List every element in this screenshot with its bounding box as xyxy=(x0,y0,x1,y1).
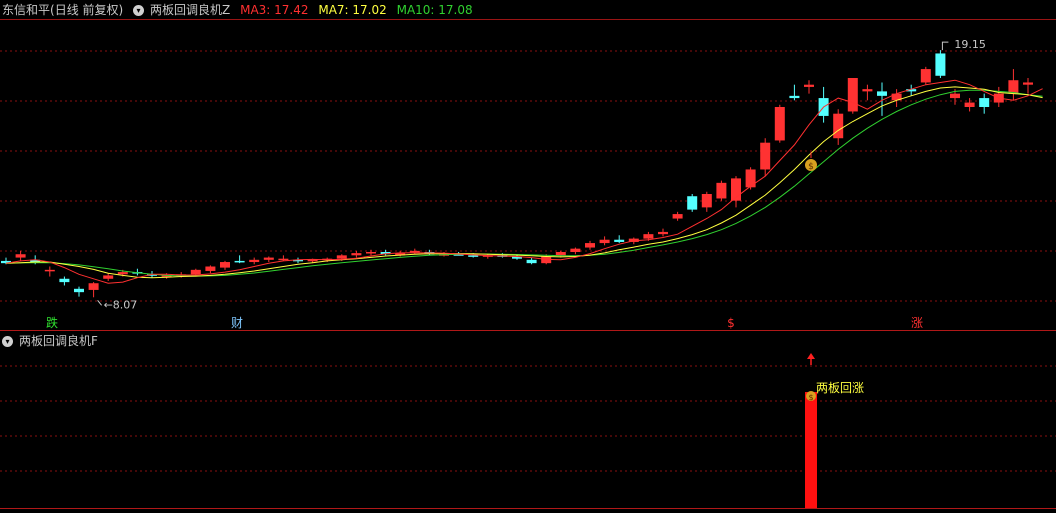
sub-money-bag-symbol: $ xyxy=(808,393,813,402)
candle-body xyxy=(687,196,698,210)
candle-body xyxy=(74,288,84,293)
money-bag-symbol: $ xyxy=(808,162,814,172)
candle-body xyxy=(658,231,668,235)
candle-body xyxy=(526,259,537,264)
candle-body xyxy=(117,272,128,275)
ma10-line xyxy=(5,89,1043,277)
candle-body xyxy=(847,78,858,112)
candle-body xyxy=(234,260,245,263)
candle-body xyxy=(220,262,230,268)
rise-marker: 涨 xyxy=(911,315,923,330)
candle-body xyxy=(570,248,581,252)
candle-body xyxy=(833,113,844,139)
candle-body xyxy=(964,102,975,107)
candle-body xyxy=(409,250,420,253)
candle-body xyxy=(745,169,756,188)
candle-body xyxy=(468,255,479,257)
candle-body xyxy=(935,53,946,76)
candle-body xyxy=(585,243,595,248)
candle-body xyxy=(716,182,727,199)
candle-body xyxy=(701,194,712,208)
candle-body xyxy=(1023,82,1033,85)
wealth-marker: 财 xyxy=(231,316,243,330)
high-marker xyxy=(941,41,949,51)
sub-indicator-menu-icon[interactable]: ▾ xyxy=(2,336,13,347)
candle-body xyxy=(336,255,347,259)
ma7-label: MA7: 17.02 xyxy=(318,3,387,17)
candle-body xyxy=(1008,80,1019,94)
candle-body xyxy=(88,283,99,290)
ma3-line xyxy=(5,79,1043,284)
candle-body xyxy=(351,253,362,256)
candle-body xyxy=(804,84,814,87)
candle-body xyxy=(789,95,800,99)
candle-body xyxy=(15,254,26,258)
ma3-label: MA3: 17.42 xyxy=(240,3,309,17)
signal-up-arrow xyxy=(807,353,815,359)
candle-body xyxy=(366,252,376,254)
sub-indicator-name[interactable]: 两板回调良机F xyxy=(19,334,98,348)
candle-body xyxy=(263,257,274,260)
ma10-label: MA10: 17.08 xyxy=(396,3,473,17)
candle-body xyxy=(760,142,771,170)
kline-chart[interactable]: ←8.0719.15跌财 $ 涨$$两板回涨 xyxy=(0,0,1056,513)
candle-body xyxy=(599,239,610,244)
candle-body xyxy=(205,266,216,271)
dollar-marker: $ xyxy=(727,316,735,330)
main-panel-header: 东信和平(日线 前复权) ▾ 两板回调良机Z MA3: 17.42 MA7: 17… xyxy=(2,1,479,19)
candle-body xyxy=(103,275,114,279)
fall-marker: 跌 xyxy=(46,315,58,330)
candle-body xyxy=(614,239,625,242)
period-mode: (日线 前复权) xyxy=(50,3,124,17)
candle-body xyxy=(307,259,318,262)
candle-body xyxy=(278,258,289,261)
candle-body xyxy=(190,269,201,275)
ma7-line xyxy=(5,86,1043,279)
sub-panel-header: ▾ 两板回调良机F xyxy=(2,332,104,350)
candle-body xyxy=(555,252,566,256)
candle-body xyxy=(672,214,683,219)
candle-body xyxy=(877,91,887,96)
candle-body xyxy=(774,107,785,141)
high-price-label: 19.15 xyxy=(954,38,986,51)
indicator-menu-icon[interactable]: ▾ xyxy=(133,5,145,16)
stock-name: 东信和平 xyxy=(2,3,51,17)
candle-body xyxy=(59,278,70,283)
candle-body xyxy=(862,89,873,92)
candle-body xyxy=(950,93,960,99)
candle-body xyxy=(44,269,55,272)
signal-label: 两板回涨 xyxy=(816,380,864,395)
signal-bar xyxy=(805,392,817,508)
candle-body xyxy=(643,234,654,239)
low-price-label: ←8.07 xyxy=(104,298,138,311)
candle-body xyxy=(249,259,260,263)
indicator-name[interactable]: 两板回调良机Z xyxy=(150,3,230,17)
candle-body xyxy=(920,69,931,83)
candle-body xyxy=(979,98,990,107)
